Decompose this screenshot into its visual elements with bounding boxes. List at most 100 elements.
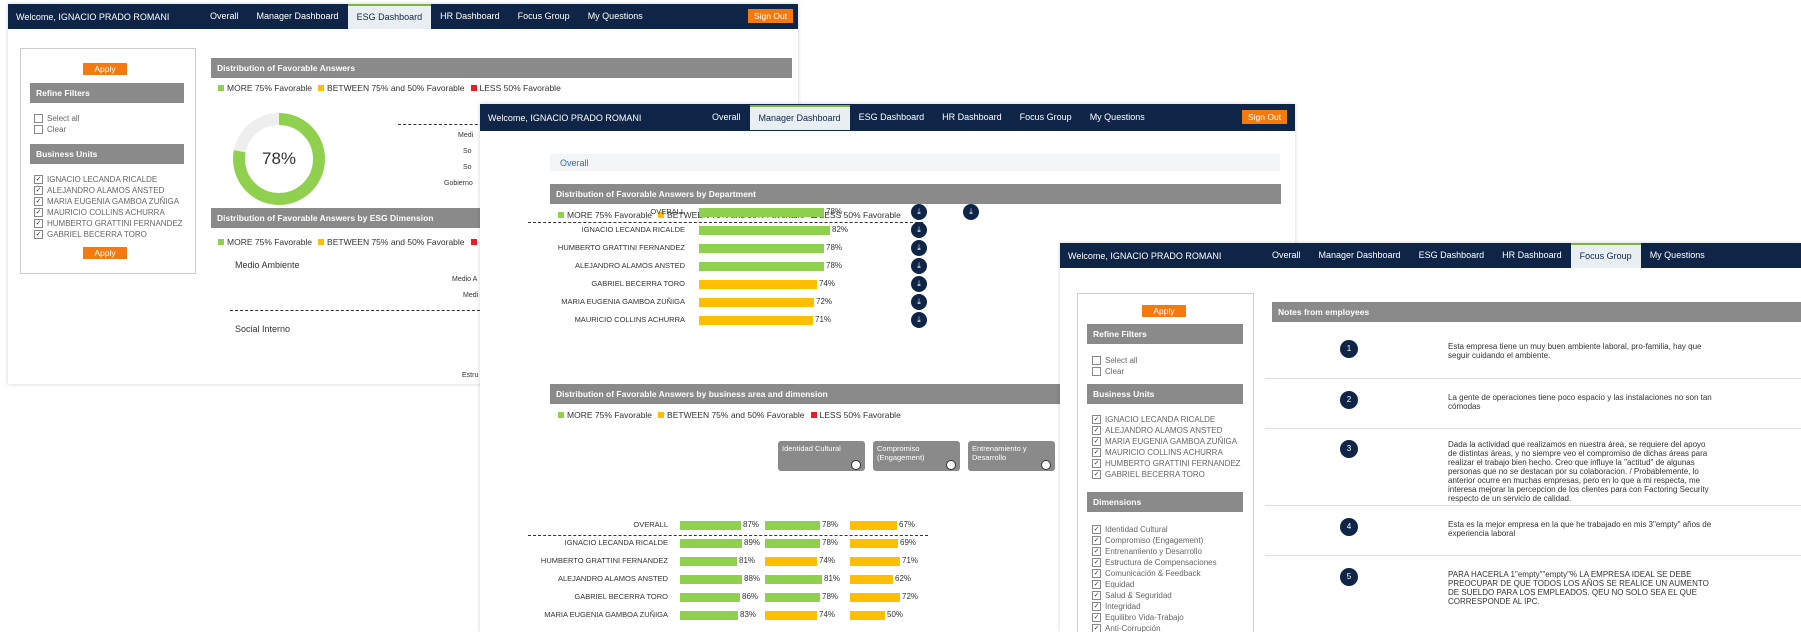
esg-dim-row: Social Interno xyxy=(235,324,291,334)
note-text: La gente de operaciones tiene poco espac… xyxy=(1448,393,1712,411)
nav-manager-dashboard[interactable]: Manager Dashboard xyxy=(1310,243,1410,268)
red-swatch xyxy=(470,239,477,245)
dimension-checkbox[interactable]: ✓ Equidad xyxy=(1092,580,1134,590)
area-row-label: HUMBERTO GRATTINI FERNANDEZ xyxy=(540,556,668,565)
note-row: 1 Esta empresa tiene un muy buen ambiente… xyxy=(1265,327,1801,379)
nav-overall[interactable]: Overall xyxy=(1263,243,1310,268)
apply-button-top[interactable]: Apply xyxy=(83,63,127,75)
dimension-label: Entrenamiento y Desarrollo xyxy=(1105,547,1202,556)
orange-swatch xyxy=(318,85,325,91)
dimension-checkbox[interactable]: ✓ Equilibro Vida-Trabajo xyxy=(1092,613,1184,623)
area-bar xyxy=(765,611,817,620)
legend-between: BETWEEN 75% and 50% Favorable xyxy=(327,83,465,93)
sign-out-button[interactable]: Sign Out xyxy=(748,9,794,23)
green-swatch xyxy=(218,85,224,91)
business-units-list: ✓ IGNACIO LECANDA RICALDE ✓ ALEJANDRO ALAMO… xyxy=(1092,415,1252,485)
unit-checkbox[interactable]: ✓ MARIA EUGENIA GAMBOA ZUÑIGA xyxy=(34,197,179,207)
nav-my-questions[interactable]: My Questions xyxy=(1641,243,1714,268)
area-bar xyxy=(850,611,885,620)
focus-group-window: Welcome, IGNACIO PRADO ROMANI Overall Ma… xyxy=(1060,243,1801,632)
unit-checkbox[interactable]: ✓ MAURICIO COLLINS ACHURRA xyxy=(1092,448,1223,458)
nav-esg-dashboard[interactable]: ESG Dashboard xyxy=(1410,243,1494,268)
dimension-checkbox[interactable]: ✓ Compromiso (Engagement) xyxy=(1092,536,1203,546)
select-all-label: Select all xyxy=(1105,356,1138,365)
dimension-checkbox[interactable]: ✓ Estructura de Compensaciones xyxy=(1092,558,1217,568)
unit-checkbox[interactable]: ✓ IGNACIO LECANDA RICALDE xyxy=(1092,415,1216,425)
dimensions-list: ✓ Identidad Cultural ✓ Compromiso (Engageme… xyxy=(1092,525,1252,632)
unit-label: HUMBERTO GRATTINI FERNANDEZ xyxy=(1105,459,1241,468)
unit-checkbox[interactable]: ✓ MARIA EUGENIA GAMBOA ZUÑIGA xyxy=(1092,437,1237,447)
nav-my-questions[interactable]: My Questions xyxy=(579,4,652,29)
legend: MORE 75% Favorable BETWEEN 75% and 50% F… xyxy=(218,83,561,93)
area-value: 87% xyxy=(743,520,760,529)
select-all-checkbox[interactable]: Select all xyxy=(1092,356,1138,366)
dimension-checkbox[interactable]: ✓ Identidad Cultural xyxy=(1092,525,1168,535)
unit-checkbox[interactable]: ✓ HUMBERTO GRATTINI FERNANDEZ xyxy=(34,219,183,229)
distribution-header: Distribution of Favorable Answers xyxy=(211,58,792,78)
orange-swatch xyxy=(318,239,325,245)
checkbox-checked-icon: ✓ xyxy=(1092,415,1101,425)
note-text: Dada la actividad que realizamos en nues… xyxy=(1448,440,1709,503)
clear-checkbox[interactable]: Clear xyxy=(1092,367,1124,377)
nav-hr-dashboard[interactable]: HR Dashboard xyxy=(1493,243,1571,268)
dimension-checkbox[interactable]: ✓ Anti-Corrupción xyxy=(1092,624,1161,632)
area-bar xyxy=(680,611,738,620)
area-bar xyxy=(850,557,900,566)
unit-label: GABRIEL BECERRA TORO xyxy=(47,230,147,239)
checkbox-checked-icon: ✓ xyxy=(34,230,43,240)
welcome-text: Welcome, IGNACIO PRADO ROMANI xyxy=(16,11,170,22)
refine-filters-header: Refine Filters xyxy=(1087,324,1243,344)
business-units-header: Business Units xyxy=(30,144,184,164)
checkbox-checked-icon: ✓ xyxy=(1092,569,1101,579)
area-bar xyxy=(680,557,737,566)
checkbox-icon xyxy=(1092,367,1101,377)
unit-checkbox[interactable]: ✓ ALEJANDRO ALAMOS ANSTED xyxy=(1092,426,1223,436)
area-bar xyxy=(850,521,897,530)
unit-label: ALEJANDRO ALAMOS ANSTED xyxy=(1105,426,1223,435)
dimension-label: Comunicación & Feedback xyxy=(1105,569,1201,578)
unit-checkbox[interactable]: ✓ GABRIEL BECERRA TORO xyxy=(1092,470,1205,480)
area-bar xyxy=(850,593,900,602)
unit-label: ALEJANDRO ALAMOS ANSTED xyxy=(47,186,165,195)
clear-checkbox[interactable]: Clear xyxy=(34,125,66,135)
unit-checkbox[interactable]: ✓ GABRIEL BECERRA TORO xyxy=(34,230,147,240)
area-row-label: MARIA EUGENIA GAMBOA ZUÑIGA xyxy=(544,610,668,619)
area-value: 89% xyxy=(744,538,761,547)
nav-manager-dashboard[interactable]: Manager Dashboard xyxy=(248,4,348,29)
dimension-label: Salud & Seguridad xyxy=(1105,591,1172,600)
nav-hr-dashboard[interactable]: HR Dashboard xyxy=(431,4,509,29)
dimension-checkbox[interactable]: ✓ Entrenamiento y Desarrollo xyxy=(1092,547,1202,557)
apply-button-bottom[interactable]: Apply xyxy=(83,247,127,259)
checkbox-checked-icon: ✓ xyxy=(34,197,43,207)
area-value: 62% xyxy=(895,574,912,583)
checkbox-icon xyxy=(1092,356,1101,366)
nav-focus-group[interactable]: Focus Group xyxy=(1570,243,1641,268)
unit-checkbox[interactable]: ✓ HUMBERTO GRATTINI FERNANDEZ xyxy=(1092,459,1241,469)
note-number: 5 xyxy=(1340,568,1358,586)
unit-checkbox[interactable]: ✓ IGNACIO LECANDA RICALDE xyxy=(34,175,157,185)
apply-button[interactable]: Apply xyxy=(1142,305,1186,317)
dimension-label: Integridad xyxy=(1105,602,1141,611)
partial-label: Medi xyxy=(463,292,479,299)
dimension-checkbox[interactable]: ✓ Integridad xyxy=(1092,602,1141,612)
checkbox-checked-icon: ✓ xyxy=(1092,536,1101,546)
checkbox-checked-icon: ✓ xyxy=(1092,437,1101,447)
checkbox-checked-icon: ✓ xyxy=(1092,613,1101,623)
nav-focus-group[interactable]: Focus Group xyxy=(509,4,579,29)
dimension-checkbox[interactable]: ✓ Comunicación & Feedback xyxy=(1092,569,1201,579)
dimension-checkbox[interactable]: ✓ Salud & Seguridad xyxy=(1092,591,1172,601)
area-value: 50% xyxy=(887,610,904,619)
top-nav: Welcome, IGNACIO PRADO ROMANI Overall Ma… xyxy=(8,4,798,29)
unit-label: IGNACIO LECANDA RICALDE xyxy=(1105,415,1216,424)
unit-checkbox[interactable]: ✓ ALEJANDRO ALAMOS ANSTED xyxy=(34,186,165,196)
note-row: 4 Esta es la mejor empresa en la que he t… xyxy=(1265,505,1801,556)
partial-label: Medi xyxy=(458,132,474,139)
unit-checkbox[interactable]: ✓ MAURICIO COLLINS ACHURRA xyxy=(34,208,165,218)
note-number: 4 xyxy=(1340,518,1358,536)
note-row: 3 Dada la actividad que realizamos en nue… xyxy=(1265,428,1801,506)
nav-overall[interactable]: Overall xyxy=(201,4,248,29)
partial-label: So xyxy=(463,148,472,155)
select-all-checkbox[interactable]: Select all xyxy=(34,114,79,124)
nav-esg-dashboard[interactable]: ESG Dashboard xyxy=(347,4,432,29)
checkbox-checked-icon: ✓ xyxy=(1092,448,1101,458)
